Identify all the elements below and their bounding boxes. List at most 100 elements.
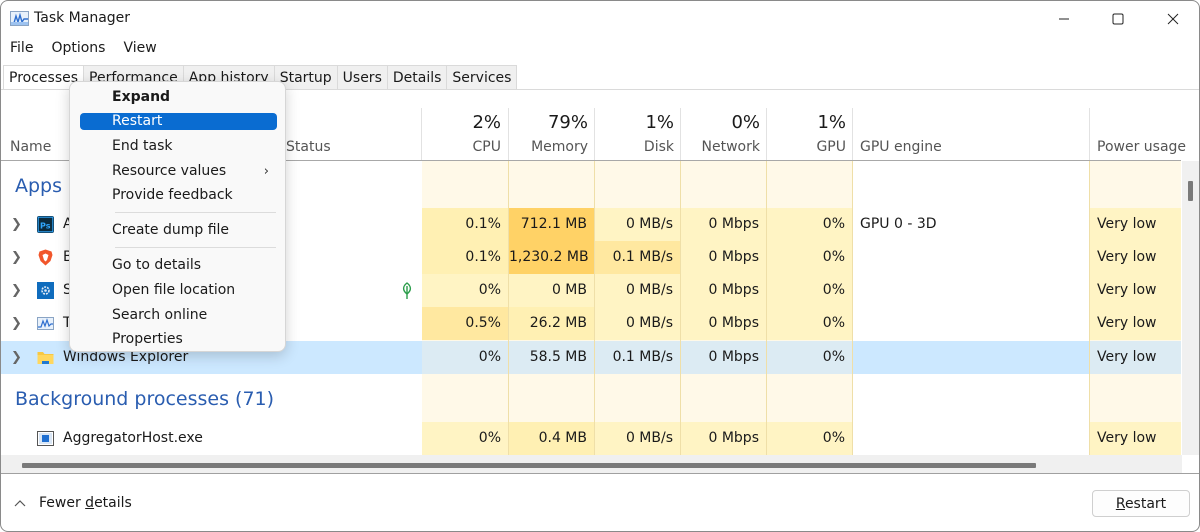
context-menu-properties[interactable]: Properties [80,331,277,348]
network-cell: 0 Mbps [681,208,766,241]
tab-users[interactable]: Users [336,65,388,90]
network-cell: 0 Mbps [681,241,766,274]
column-header-cpu[interactable]: 2% CPU [422,108,508,161]
column-divider [766,161,767,455]
column-header-disk[interactable]: 1% Disk [595,108,681,161]
vertical-scrollbar[interactable] [1182,161,1199,455]
close-icon [1167,13,1179,25]
disk-cell: 0.1 MB/s [595,241,680,274]
submenu-chevron-icon: › [263,164,269,179]
gpu-engine-cell: GPU 0 - 3D [853,208,1089,241]
expand-chevron-icon[interactable]: ❯ [11,274,22,307]
gpu-cell: 0% [767,241,852,274]
column-divider [852,161,853,455]
context-menu-expand[interactable]: Expand [80,89,277,106]
title-bar: Task Manager [1,1,1199,37]
restart-button[interactable]: Restart [1092,490,1190,517]
cpu-cell: 0% [422,422,508,455]
gpu-cell: 0% [767,307,852,340]
context-menu-provide-feedback[interactable]: Provide feedback [80,187,277,204]
column-header-gpu[interactable]: 1% GPU [767,108,853,161]
memory-cell: 712.1 MB [509,208,594,241]
gpu-cell: 0% [767,341,852,374]
disk-cell: 0 MB/s [595,274,680,307]
column-header-status[interactable]: Status [279,108,421,161]
vertical-scroll-thumb[interactable] [1188,181,1193,201]
horizontal-scroll-thumb[interactable] [22,463,1036,468]
memory-cell: 26.2 MB [509,307,594,340]
disk-cell: 0 MB/s [595,307,680,340]
disk-cell: 0 MB/s [595,422,680,455]
disk-cell: 0.1 MB/s [595,341,680,374]
horizontal-scrollbar[interactable] [1,455,1182,473]
disk-cell: 0 MB/s [595,208,680,241]
power-cell: Very low [1090,241,1181,274]
column-divider [594,161,595,455]
menu-view[interactable]: View [114,38,165,60]
context-menu-end-task[interactable]: End task [80,138,277,155]
task-manager-app-icon [10,11,29,26]
maximize-button[interactable] [1091,1,1145,37]
tab-services[interactable]: Services [446,65,518,90]
tab-details[interactable]: Details [386,65,448,90]
power-cell: Very low [1090,307,1181,340]
gpu-engine-cell [853,422,1089,455]
menu-bar: File Options View [1,38,166,60]
gpu-engine-cell [853,241,1089,274]
network-cell: 0 Mbps [681,422,766,455]
context-menu-search-online[interactable]: Search online [80,307,277,324]
close-button[interactable] [1146,1,1199,37]
column-header-network[interactable]: 0% Network [681,108,767,161]
gpu-cell: 0% [767,208,852,241]
power-cell: Very low [1090,274,1181,307]
chevron-up-icon [14,500,26,507]
app-window-icon [37,431,54,446]
expand-chevron-icon[interactable]: ❯ [11,208,22,241]
brave-icon [38,249,53,266]
group-header-background-processes[interactable]: Background processes (71) [1,385,1181,418]
menu-file[interactable]: File [1,38,42,60]
column-header-memory[interactable]: 79% Memory [509,108,595,161]
expand-chevron-icon[interactable]: ❯ [11,241,22,274]
window-title: Task Manager [34,10,131,26]
minimize-icon [1059,18,1069,20]
context-menu-create-dump-file[interactable]: Create dump file [80,222,277,239]
column-divider [1089,161,1090,455]
footer-divider [1,473,1199,474]
gpu-cell: 0% [767,422,852,455]
fewer-details-button[interactable]: Fewer details [14,495,132,511]
memory-cell: 0.4 MB [509,422,594,455]
context-menu-restart[interactable]: Restart [80,113,277,130]
context-menu-go-to-details[interactable]: Go to details [80,257,277,274]
process-row[interactable]: AggregatorHost.exe 0% 0.4 MB 0 MB/s 0 Mb… [1,422,1181,455]
folder-icon [37,352,54,364]
column-header-gpu-engine[interactable]: GPU engine [853,108,1089,161]
column-divider [680,161,681,455]
expand-chevron-icon[interactable]: ❯ [11,341,22,374]
leaf-icon [402,282,412,299]
menu-options[interactable]: Options [42,38,114,60]
photoshop-icon: Ps [37,216,54,233]
svg-text:Ps: Ps [40,222,51,231]
memory-cell: 1,230.2 MB [509,241,594,274]
power-cell: Very low [1090,422,1181,455]
network-cell: 0 Mbps [681,274,766,307]
minimize-button[interactable] [1037,1,1091,37]
context-menu-resource-values[interactable]: Resource values › [80,163,277,180]
expand-chevron-icon[interactable]: ❯ [11,307,22,340]
network-cell: 0 Mbps [681,307,766,340]
settings-icon [37,282,54,299]
gpu-engine-cell [853,341,1089,374]
context-menu-open-file-location[interactable]: Open file location [80,282,277,299]
gpu-cell: 0% [767,274,852,307]
gpu-engine-cell [853,274,1089,307]
cpu-cell: 0.1% [422,241,508,274]
column-header-power-usage[interactable]: Power usage [1090,108,1186,161]
context-menu-separator [115,247,276,248]
context-menu-separator [115,212,276,213]
cpu-cell: 0% [422,341,508,374]
network-cell: 0 Mbps [681,341,766,374]
maximize-icon [1112,13,1124,25]
context-menu: Expand Restart End task Resource values … [69,81,286,352]
memory-cell: 58.5 MB [509,341,594,374]
